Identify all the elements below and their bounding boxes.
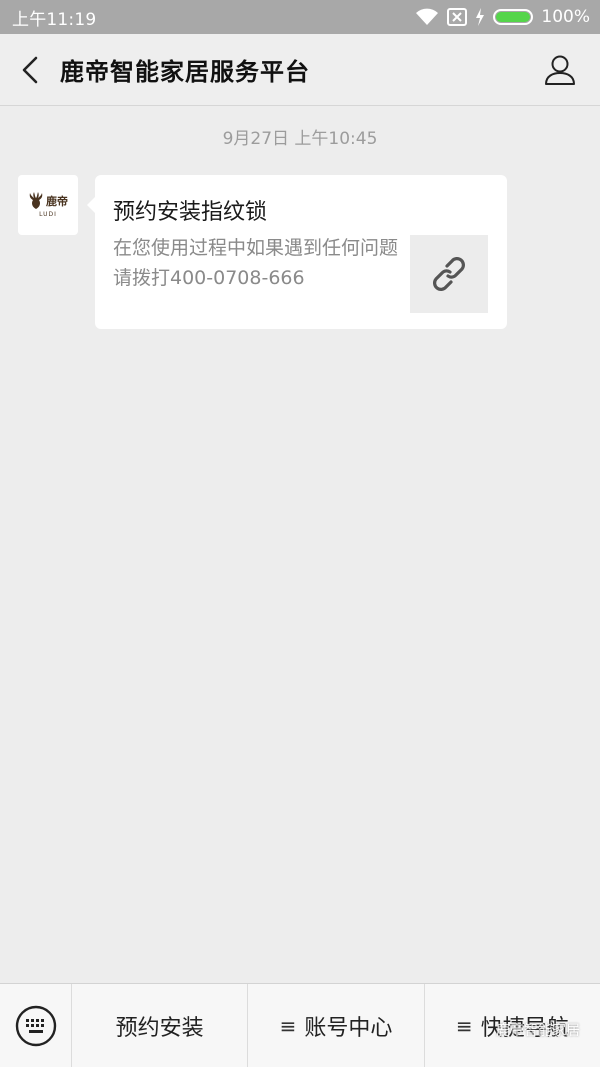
status-icons: 100% (415, 7, 590, 27)
status-bar: 上午11:19 100% (0, 0, 600, 34)
keyboard-icon (15, 1005, 56, 1046)
message-title: 预约安装指纹锁 (113, 200, 268, 225)
wifi-icon (415, 8, 439, 26)
watermark: 鹿帝智能家居 (496, 1023, 580, 1039)
person-icon (545, 55, 575, 85)
brand-logo: 鹿帝 (28, 192, 68, 210)
menu-item-label: 账号中心 (304, 1015, 393, 1041)
profile-button[interactable] (520, 34, 600, 106)
page-title: 鹿帝智能家居服务平台 (60, 58, 310, 86)
keyboard-toggle-button[interactable] (0, 983, 72, 1067)
deer-icon (29, 192, 43, 209)
submenu-icon: ≡ (279, 1013, 297, 1038)
message-description: 在您使用过程中如果遇到任何问题请拨打400-0708-666 (113, 237, 399, 289)
screen: 上午11:19 100% 鹿帝智能家居服务平台 9月27日 上午10:45 鹿帝… (0, 0, 600, 1067)
menu-item-account-center[interactable]: ≡ 账号中心 (248, 983, 425, 1067)
battery-body (493, 9, 534, 25)
battery-percent: 100% (541, 7, 590, 27)
link-icon (433, 257, 465, 291)
message-card[interactable]: 预约安装指纹锁 在您使用过程中如果遇到任何问题请拨打400-0708-666 (87, 175, 507, 329)
brand-subtext: LUDI (39, 211, 57, 218)
menu-item-label: 预约安装 (115, 1015, 204, 1041)
sim-icon (447, 8, 468, 26)
menu-item-book-install[interactable]: 预约安装 (72, 983, 249, 1067)
back-button[interactable] (0, 34, 60, 106)
charging-icon (475, 8, 485, 26)
brand-name: 鹿帝 (46, 194, 68, 208)
link-thumbnail (410, 235, 488, 313)
battery-fill (496, 12, 531, 22)
message-timestamp: 9月27日 上午10:45 (222, 129, 378, 149)
battery-icon (493, 9, 534, 25)
status-time: 上午11:19 (12, 9, 97, 30)
header: 鹿帝智能家居服务平台 (0, 34, 600, 106)
submenu-icon: ≡ (455, 1013, 473, 1038)
chevron-left-icon (22, 56, 38, 83)
avatar[interactable]: 鹿帝 LUDI (18, 175, 78, 235)
